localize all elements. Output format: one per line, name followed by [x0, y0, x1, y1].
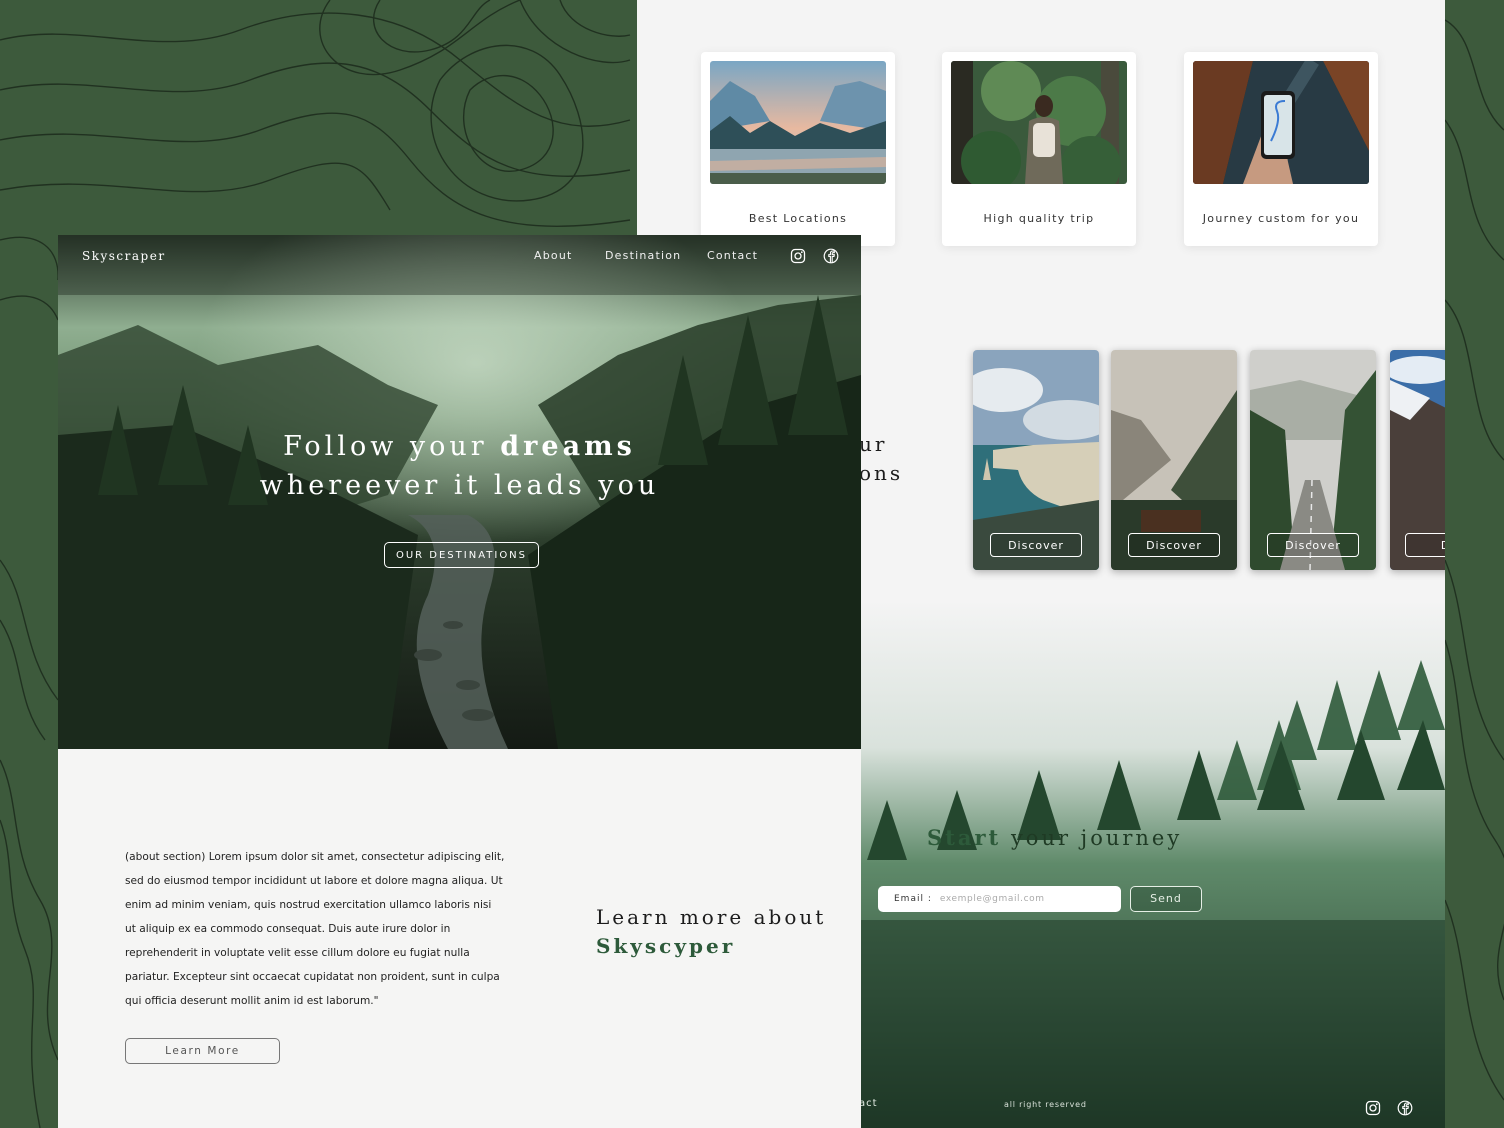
journey-title: Start your journey	[927, 825, 1183, 850]
destination-card[interactable]: Discover	[973, 350, 1099, 570]
nav-link-destination[interactable]: Destination	[605, 249, 681, 262]
discover-button[interactable]: Discover	[1267, 533, 1359, 557]
facebook-icon[interactable]	[823, 248, 839, 264]
instagram-icon[interactable]	[790, 248, 806, 264]
feature-card-high-quality-trip[interactable]: High quality trip	[942, 52, 1136, 246]
hiker-forest-image	[951, 61, 1127, 184]
mountain-lake-image	[710, 61, 886, 184]
hero-headline: Follow your dreams whereever it leads yo…	[259, 431, 660, 501]
feature-card-journey-custom[interactable]: Journey custom for you	[1184, 52, 1378, 246]
instagram-icon[interactable]	[1365, 1100, 1381, 1116]
feature-label: High quality trip	[983, 212, 1095, 225]
send-button[interactable]: Send	[1130, 886, 1202, 912]
learn-more-button[interactable]: Learn More	[125, 1038, 280, 1064]
discover-button[interactable]: Discover	[990, 533, 1082, 557]
nav-link-contact[interactable]: Contact	[707, 249, 758, 262]
footer-contact-link[interactable]: act	[859, 1098, 878, 1109]
copyright-text: all right reserved	[1004, 1100, 1087, 1109]
about-paragraph: (about section) Lorem ipsum dolor sit am…	[125, 851, 505, 1007]
destination-card[interactable]: Discover	[1111, 350, 1237, 570]
destinations-heading-partial: ur ons	[859, 432, 904, 485]
feature-label: Journey custom for you	[1202, 212, 1360, 225]
feature-label: Best Locations	[748, 212, 848, 225]
facebook-icon[interactable]	[1397, 1100, 1413, 1116]
learn-more-title: Learn more about Skyscyper	[596, 905, 827, 958]
site-logo[interactable]: Skyscraper	[82, 249, 166, 263]
destination-card[interactable]: Dis	[1390, 350, 1445, 570]
email-placeholder: exemple@gmail.com	[939, 894, 1045, 904]
discover-button[interactable]: Discover	[1128, 533, 1220, 557]
discover-button[interactable]: Dis	[1405, 533, 1445, 557]
email-field[interactable]: Email : exemple@gmail.com	[878, 886, 1121, 912]
feature-card-best-locations[interactable]: Best Locations	[701, 52, 895, 246]
destination-card[interactable]: Discover	[1250, 350, 1376, 570]
our-destinations-button[interactable]: OUR DESTINATIONS	[384, 542, 539, 568]
phone-map-image	[1193, 61, 1369, 184]
nav-link-about[interactable]: About	[534, 249, 573, 262]
hero-section: Skyscraper About Destination Contact Fol…	[58, 235, 861, 749]
front-page: Skyscraper About Destination Contact Fol…	[58, 235, 861, 1128]
